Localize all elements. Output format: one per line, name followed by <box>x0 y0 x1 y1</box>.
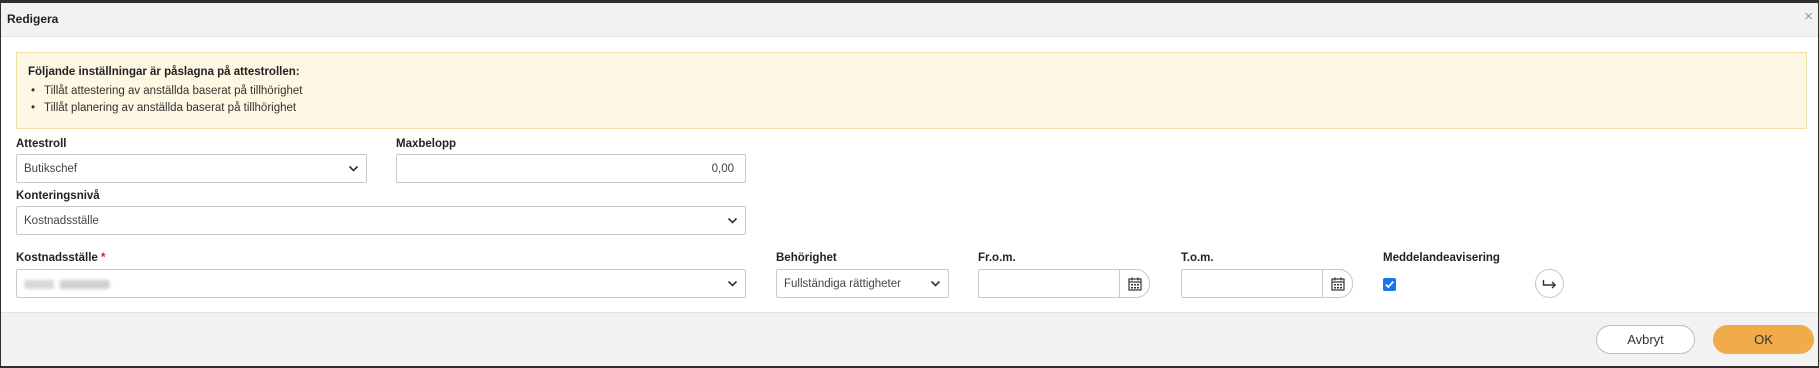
tom-label: T.o.m. <box>1181 252 1214 264</box>
edit-dialog: Redigera × Följande inställningar är pås… <box>1 3 1818 366</box>
info-item: Tillåt planering av anställda baserat på… <box>28 100 302 117</box>
behorighet-select[interactable]: Fullständiga rättigheter <box>776 269 949 298</box>
tom-date-input[interactable] <box>1181 269 1353 298</box>
redacted-value <box>24 280 110 289</box>
attestroll-value: Butikschef <box>24 163 78 175</box>
calendar-icon <box>1331 277 1345 291</box>
chevron-down-icon <box>348 165 359 172</box>
meddelandeavisering-checkbox[interactable] <box>1383 278 1396 291</box>
required-mark: * <box>101 252 106 264</box>
maxbelopp-input[interactable]: 0,00 <box>396 154 746 183</box>
attestroll-select[interactable]: Butikschef <box>16 154 367 183</box>
info-item: Tillåt attestering av anställda baserat … <box>28 83 302 100</box>
info-heading: Följande inställningar är påslagna på at… <box>28 66 300 78</box>
konteringsniva-select[interactable]: Kostnadsställe <box>16 206 746 235</box>
from-date-input[interactable] <box>978 269 1150 298</box>
info-list: Tillåt attestering av anställda baserat … <box>28 83 302 117</box>
konteringsniva-label: Konteringsnivå <box>16 190 100 202</box>
dialog-title: Redigera <box>7 12 59 26</box>
ok-button[interactable]: OK <box>1713 325 1814 354</box>
dialog-footer: Avbryt OK <box>1 312 1818 366</box>
cancel-button[interactable]: Avbryt <box>1596 325 1695 354</box>
maxbelopp-value: 0,00 <box>711 163 734 175</box>
attestroll-label: Attestroll <box>16 138 67 150</box>
kostnadsstalle-select[interactable] <box>16 269 746 298</box>
calendar-icon <box>1128 277 1142 291</box>
behorighet-value: Fullständiga rättigheter <box>784 278 901 290</box>
arrow-return-icon <box>1542 280 1557 289</box>
chevron-down-icon <box>727 280 738 287</box>
kostnadsstalle-label: Kostnadsställe * <box>16 252 106 264</box>
arrow-return-button[interactable] <box>1535 269 1564 298</box>
check-icon <box>1385 280 1394 289</box>
chevron-down-icon <box>727 217 738 224</box>
behorighet-label: Behörighet <box>776 252 837 264</box>
meddelandeavisering-label: Meddelandeavisering <box>1383 252 1500 264</box>
maxbelopp-label: Maxbelopp <box>396 138 457 150</box>
dialog-header: Redigera × <box>1 3 1818 37</box>
from-label: Fr.o.m. <box>978 252 1016 264</box>
info-box: Följande inställningar är påslagna på at… <box>16 52 1807 129</box>
from-calendar-button[interactable] <box>1119 269 1150 298</box>
chevron-down-icon <box>930 280 941 287</box>
tom-calendar-button[interactable] <box>1322 269 1353 298</box>
konteringsniva-value: Kostnadsställe <box>24 215 99 227</box>
close-icon[interactable]: × <box>1804 9 1813 24</box>
